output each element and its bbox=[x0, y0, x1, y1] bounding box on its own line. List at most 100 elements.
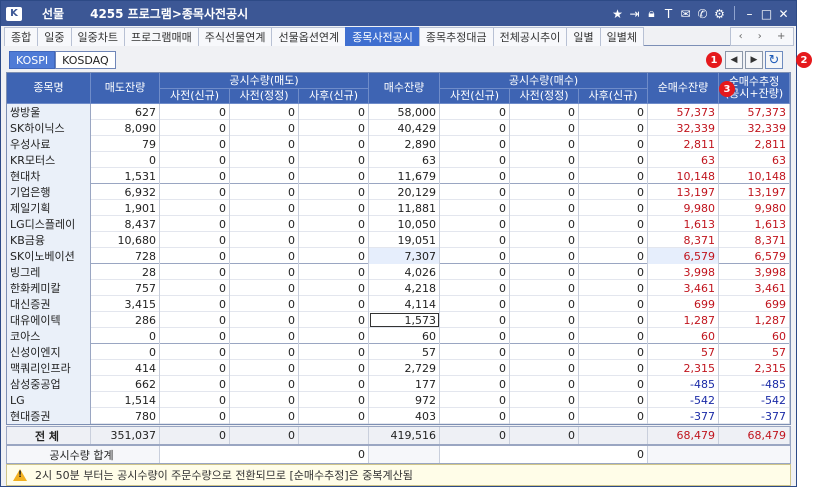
table-row[interactable]: LG 1,514 0 0 0 972 0 0 0 -542 -542 bbox=[7, 392, 790, 408]
sell-pre-new-cell: 0 bbox=[160, 168, 230, 184]
refresh-icon[interactable]: ↻ bbox=[765, 51, 783, 69]
maximize-icon[interactable]: □ bbox=[758, 5, 775, 22]
net-estimate-cell: 13,197 bbox=[719, 184, 790, 200]
table-row[interactable]: 맥쿼리인프라 414 0 0 0 2,729 0 0 0 2,315 2,315 bbox=[7, 360, 790, 376]
buy-post-new-cell: 0 bbox=[579, 392, 648, 408]
sell-pre-new-cell: 0 bbox=[160, 120, 230, 136]
buy-remaining-cell: 11,881 bbox=[369, 200, 440, 216]
net-estimate-cell: 2,811 bbox=[719, 136, 790, 152]
buy-pre-new-cell: 0 bbox=[440, 376, 510, 392]
buy-pre-fix-cell: 0 bbox=[510, 408, 579, 424]
buy-remaining-cell: 19,051 bbox=[369, 232, 440, 248]
window-title: 4255 프로그램>종목사전공시 bbox=[90, 7, 249, 21]
net-remaining-cell: -542 bbox=[648, 392, 719, 408]
next-page-button[interactable]: ▶ bbox=[745, 51, 763, 69]
title-divider bbox=[734, 6, 735, 20]
net-remaining-cell: 57,373 bbox=[648, 104, 719, 120]
tab-5[interactable]: 주식선물연계 bbox=[197, 27, 273, 46]
table-row[interactable]: 한화케미칼 757 0 0 0 4,218 0 0 0 3,461 3,461 bbox=[7, 280, 790, 296]
sell-pre-new-cell: 0 bbox=[160, 248, 230, 264]
total-sell-post-new-cell bbox=[299, 427, 369, 444]
table-row[interactable]: 현대차 1,531 0 0 0 11,679 0 0 0 10,148 10,148 bbox=[7, 168, 790, 184]
tab-6[interactable]: 선물옵션연계 bbox=[271, 27, 347, 46]
tab-7[interactable]: 종목사전공시 bbox=[345, 27, 420, 46]
sell-post-new-cell: 0 bbox=[299, 392, 369, 408]
buy-pre-fix-cell: 0 bbox=[510, 344, 579, 360]
buy-pre-fix-cell: 0 bbox=[510, 152, 579, 168]
sell-pre-fix-cell: 0 bbox=[230, 216, 299, 232]
table-row[interactable]: 쌍방울 627 0 0 0 58,000 0 0 0 57,373 57,373 bbox=[7, 104, 790, 120]
phone-icon[interactable]: ✆ bbox=[694, 5, 711, 22]
table-row[interactable]: 빙그레 28 0 0 0 4,026 0 0 0 3,998 3,998 bbox=[7, 264, 790, 280]
text-icon[interactable]: T bbox=[660, 5, 677, 22]
buy-pre-fix-cell: 0 bbox=[510, 328, 579, 344]
table-row[interactable]: KR모터스 0 0 0 0 63 0 0 0 63 63 bbox=[7, 152, 790, 168]
tab-add-icon[interactable]: + bbox=[777, 31, 785, 42]
sell-post-new-cell: 0 bbox=[299, 360, 369, 376]
sell-post-new-cell: 0 bbox=[299, 248, 369, 264]
buy-post-new-cell: 0 bbox=[579, 312, 648, 328]
buy-pre-fix-cell: 0 bbox=[510, 104, 579, 120]
minimize-icon[interactable]: – bbox=[741, 5, 758, 22]
tab-10[interactable]: 일별 bbox=[566, 27, 601, 46]
table-row[interactable]: 삼성중공업 662 0 0 0 177 0 0 0 -485 -485 bbox=[7, 376, 790, 392]
table-row[interactable]: 대신증권 3,415 0 0 0 4,114 0 0 0 699 699 bbox=[7, 296, 790, 312]
disclosure-sum-label: 공시수량 합계 bbox=[7, 446, 160, 463]
settings-icon[interactable]: ⚙ bbox=[711, 5, 728, 22]
sell-remaining-cell: 8,090 bbox=[91, 120, 160, 136]
tab-prev-icon[interactable]: ‹ bbox=[739, 31, 743, 42]
tab-11[interactable]: 일별체 bbox=[599, 27, 645, 46]
tab-8[interactable]: 종목추정대금 bbox=[418, 27, 494, 46]
table-row[interactable]: 코아스 0 0 0 0 60 0 0 0 60 60 bbox=[7, 328, 790, 344]
net-estimate-cell: 6,579 bbox=[719, 248, 790, 264]
col-buy-pre-new-header: 사전(신규) bbox=[440, 89, 510, 104]
table-row[interactable]: 제일기획 1,901 0 0 0 11,881 0 0 0 9,980 9,980 bbox=[7, 200, 790, 216]
total-row: 전 체 351,037 0 0 419,516 0 0 68,479 68,479 bbox=[6, 426, 791, 445]
buy-remaining-cell: 10,050 bbox=[369, 216, 440, 232]
kospi-button[interactable]: KOSPI bbox=[9, 51, 56, 69]
close-icon[interactable]: ✕ bbox=[775, 5, 792, 22]
sell-pre-new-cell: 0 bbox=[160, 328, 230, 344]
buy-post-new-cell: 0 bbox=[579, 344, 648, 360]
sell-post-new-cell: 0 bbox=[299, 312, 369, 328]
lock-icon[interactable]: 🔒︎ bbox=[643, 5, 660, 22]
sell-remaining-cell: 8,437 bbox=[91, 216, 160, 232]
sell-pre-new-cell: 0 bbox=[160, 392, 230, 408]
tab-3[interactable]: 일중차트 bbox=[70, 27, 125, 46]
buy-pre-fix-cell: 0 bbox=[510, 280, 579, 296]
stock-name-cell: 삼성중공업 bbox=[7, 376, 91, 392]
buy-pre-new-cell: 0 bbox=[440, 232, 510, 248]
table-row[interactable]: SK하이닉스 8,090 0 0 0 40,429 0 0 0 32,339 32,339 bbox=[7, 120, 790, 136]
sell-post-new-cell: 0 bbox=[299, 344, 369, 360]
table-row[interactable]: 우성사료 79 0 0 0 2,890 0 0 0 2,811 2,811 bbox=[7, 136, 790, 152]
sell-pre-fix-cell: 0 bbox=[230, 248, 299, 264]
disclosure-sum-row: 공시수량 합계 0 0 bbox=[6, 445, 791, 464]
tab-next-icon[interactable]: › bbox=[758, 31, 762, 42]
tab-4[interactable]: 프로그램매매 bbox=[123, 27, 199, 46]
export-icon[interactable]: ⇥ bbox=[626, 5, 643, 22]
sell-pre-fix-cell: 0 bbox=[230, 200, 299, 216]
buy-disclosure-group-header: 공시수량(매수) bbox=[440, 73, 648, 89]
buy-post-new-cell: 0 bbox=[579, 216, 648, 232]
table-row[interactable]: KB금융 10,680 0 0 0 19,051 0 0 0 8,371 8,371 bbox=[7, 232, 790, 248]
sell-pre-new-cell: 0 bbox=[160, 312, 230, 328]
table-row[interactable]: LG디스플레이 8,437 0 0 0 10,050 0 0 0 1,613 1,613 bbox=[7, 216, 790, 232]
table-row[interactable]: 기업은행 6,932 0 0 0 20,129 0 0 0 13,197 13,197 bbox=[7, 184, 790, 200]
chat-icon[interactable]: ✉ bbox=[677, 5, 694, 22]
sell-pre-fix-cell: 0 bbox=[230, 392, 299, 408]
tab-1[interactable]: 종합 bbox=[4, 27, 39, 46]
table-row[interactable]: 대유에이텍 286 0 0 0 1,573 0 0 0 1,287 1,287 bbox=[7, 312, 790, 328]
table-row[interactable]: 현대증권 780 0 0 0 403 0 0 0 -377 -377 bbox=[7, 408, 790, 424]
net-estimate-cell: 1,287 bbox=[719, 312, 790, 328]
table-row[interactable]: SK이노베이션 728 0 0 0 7,307 0 0 0 6,579 6,579 bbox=[7, 248, 790, 264]
buy-pre-fix-cell: 0 bbox=[510, 264, 579, 280]
kosdaq-button[interactable]: KOSDAQ bbox=[55, 51, 116, 69]
star-icon[interactable]: ★ bbox=[609, 5, 626, 22]
buy-post-new-cell: 0 bbox=[579, 408, 648, 424]
table-row[interactable]: 신성이엔지 0 0 0 0 57 0 0 0 57 57 bbox=[7, 344, 790, 360]
tab-9[interactable]: 전체공시추이 bbox=[492, 27, 568, 46]
sell-pre-fix-cell: 0 bbox=[230, 312, 299, 328]
prev-page-button[interactable]: ◀ bbox=[725, 51, 743, 69]
tab-2[interactable]: 일중 bbox=[37, 27, 72, 46]
buy-pre-new-cell: 0 bbox=[440, 136, 510, 152]
